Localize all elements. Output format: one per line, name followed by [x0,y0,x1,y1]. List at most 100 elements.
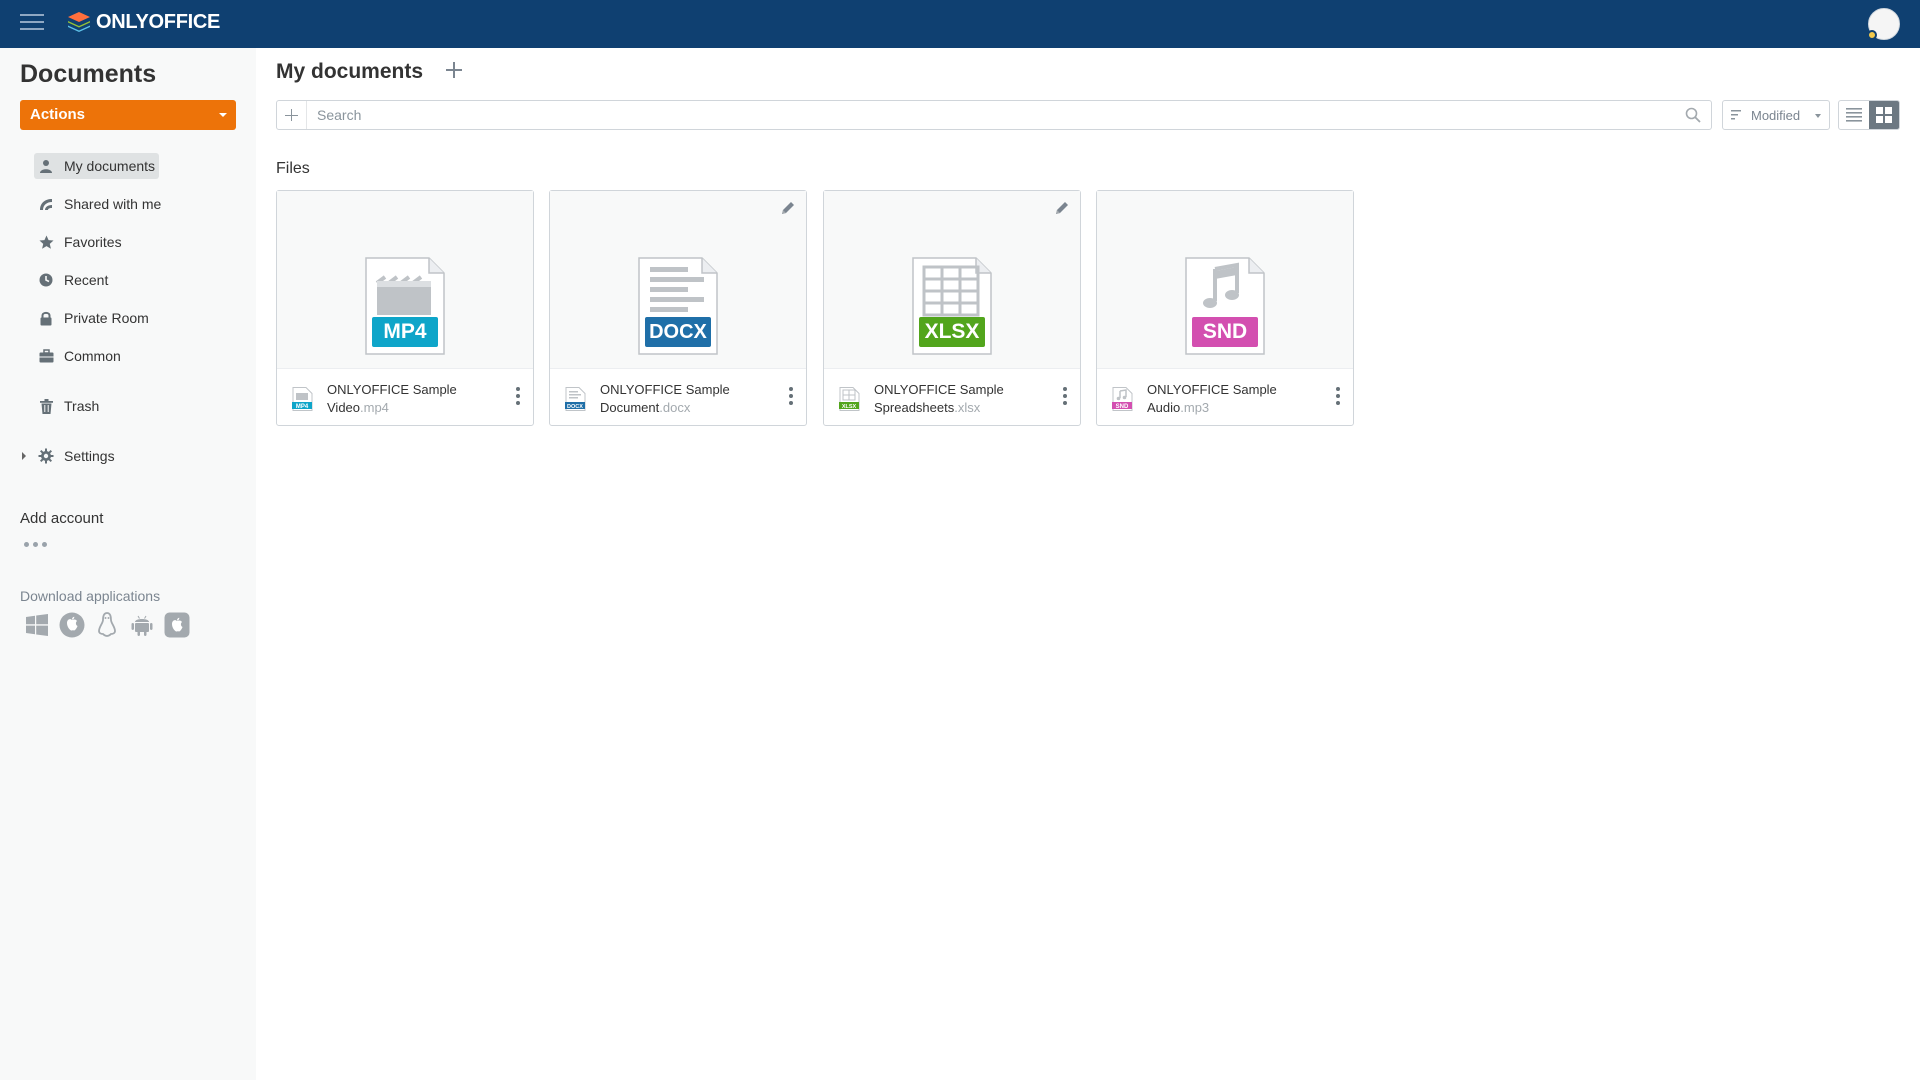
download-icons [24,612,190,638]
sidebar-item-label: My documents [64,158,156,174]
download-applications-label: Download applications [20,588,161,604]
sidebar-item-label: Common [64,348,121,364]
file-card[interactable]: XLSX XLSX ONLYOFFICE Sample Spreadsheets… [823,190,1081,426]
svg-text:SND: SND [1116,404,1129,410]
file-type-badge: SND [1192,317,1258,347]
page-title: My documents [276,60,424,83]
sidebar-item-shared-with-me[interactable]: Shared with me [34,185,244,223]
audio-file-small-icon: SND [1112,387,1133,411]
file-type-badge: DOCX [645,317,711,347]
lock-icon [38,310,54,326]
ios-icon[interactable] [164,612,190,638]
sort-icon [1731,110,1741,120]
edit-pencil-icon[interactable] [1054,200,1070,216]
spreadsheet-file-small-icon: XLSX [839,387,860,411]
top-header: ONLYOFFICE [0,0,1920,48]
search-bar [276,100,1712,130]
caret-down-icon [219,113,227,117]
avatar-status-dot [1867,30,1877,40]
view-toggle [1838,100,1900,130]
android-icon[interactable] [129,612,155,638]
more-accounts-icon[interactable] [24,542,47,547]
windows-icon[interactable] [24,612,50,638]
sort-label: Modified [1751,107,1801,123]
list-view-icon [1846,108,1862,122]
sidebar-item-settings[interactable]: Settings [22,437,244,475]
star-icon [38,234,54,250]
file-extension: .docx [659,400,691,415]
list-view-button[interactable] [1839,101,1869,129]
more-options-icon[interactable] [788,387,794,407]
add-icon[interactable] [446,62,462,78]
sidebar-item-trash[interactable]: Trash [34,387,244,425]
sidebar: Documents Actions My documents Shared wi… [0,48,256,1080]
file-preview: XLSX [824,191,1080,369]
actions-button-label: Actions [30,106,86,123]
file-name[interactable]: ONLYOFFICE Sample Document.docx [600,381,770,417]
file-preview: MP4 [277,191,533,369]
caret-right-icon[interactable] [22,452,26,460]
file-preview: DOCX [550,191,806,369]
more-options-icon[interactable] [1062,387,1068,407]
sidebar-item-label: Private Room [64,310,149,326]
file-info: DOCX ONLYOFFICE Sample Document.docx [550,369,806,425]
sidebar-item-label: Settings [64,448,115,464]
more-options-icon[interactable] [1335,387,1341,407]
menu-icon[interactable] [20,13,44,35]
file-extension: .mp3 [1180,400,1210,415]
file-name[interactable]: ONLYOFFICE Sample Video.mp4 [327,381,497,417]
files-section-label: Files [276,160,310,177]
sidebar-item-my-documents[interactable]: My documents [34,147,244,185]
file-type-badge: MP4 [372,317,438,347]
onlyoffice-logo-icon [68,12,90,32]
sidebar-item-label: Shared with me [64,196,162,212]
share-icon [38,196,54,212]
trash-icon [38,398,54,414]
sidebar-item-private-room[interactable]: Private Room [34,299,244,337]
file-card[interactable]: SND SND ONLYOFFICE Sample Audio.mp3 [1096,190,1354,426]
briefcase-icon [38,348,54,364]
clock-icon [38,272,54,288]
grid-view-button[interactable] [1869,101,1899,129]
sidebar-title: Documents [20,60,157,88]
document-file-small-icon: DOCX [565,387,586,411]
gear-icon [38,448,54,464]
sidebar-nav: My documents Shared with me Favorites Re… [22,147,244,475]
sidebar-item-recent[interactable]: Recent [34,261,244,299]
file-info: MP4 ONLYOFFICE Sample Video.mp4 [277,369,533,425]
filter-add-icon[interactable] [277,101,307,129]
file-name-base: ONLYOFFICE Sample Spreadsheets [874,382,1004,415]
sidebar-item-favorites[interactable]: Favorites [34,223,244,261]
actions-button[interactable]: Actions [20,100,236,130]
sort-dropdown[interactable]: Modified [1722,100,1830,130]
search-icon[interactable] [1685,107,1701,123]
file-card[interactable]: MP4 MP4 ONLYOFFICE Sample Video.mp4 [276,190,534,426]
file-type-badge: XLSX [919,317,985,347]
more-options-icon[interactable] [515,387,521,407]
avatar[interactable] [1867,8,1900,40]
file-extension: .mp4 [360,400,389,415]
svg-text:XLSX: XLSX [842,404,857,410]
file-extension: .xlsx [954,400,981,415]
grid-view-icon [1876,107,1892,123]
caret-down-icon [1815,114,1821,118]
file-info: SND ONLYOFFICE Sample Audio.mp3 [1097,369,1353,425]
logo[interactable]: ONLYOFFICE [66,9,220,35]
file-name[interactable]: ONLYOFFICE Sample Audio.mp3 [1147,381,1317,417]
sidebar-item-common[interactable]: Common [34,337,244,375]
file-name-base: ONLYOFFICE Sample Audio [1147,382,1277,415]
person-icon [38,158,54,174]
edit-pencil-icon[interactable] [780,200,796,216]
svg-text:DOCX: DOCX [567,404,583,410]
video-file-small-icon: MP4 [292,387,313,411]
sidebar-item-label: Favorites [64,234,122,250]
add-account-link[interactable]: Add account [20,510,103,527]
file-name-base: ONLYOFFICE Sample Video [327,382,457,415]
linux-icon[interactable] [94,612,120,638]
macos-icon[interactable] [59,612,85,638]
file-card[interactable]: DOCX DOCX ONLYOFFICE Sample Document.doc… [549,190,807,426]
search-input[interactable] [317,101,1657,129]
file-name[interactable]: ONLYOFFICE Sample Spreadsheets.xlsx [874,381,1044,417]
sidebar-item-label: Recent [64,272,109,288]
file-info: XLSX ONLYOFFICE Sample Spreadsheets.xlsx [824,369,1080,425]
